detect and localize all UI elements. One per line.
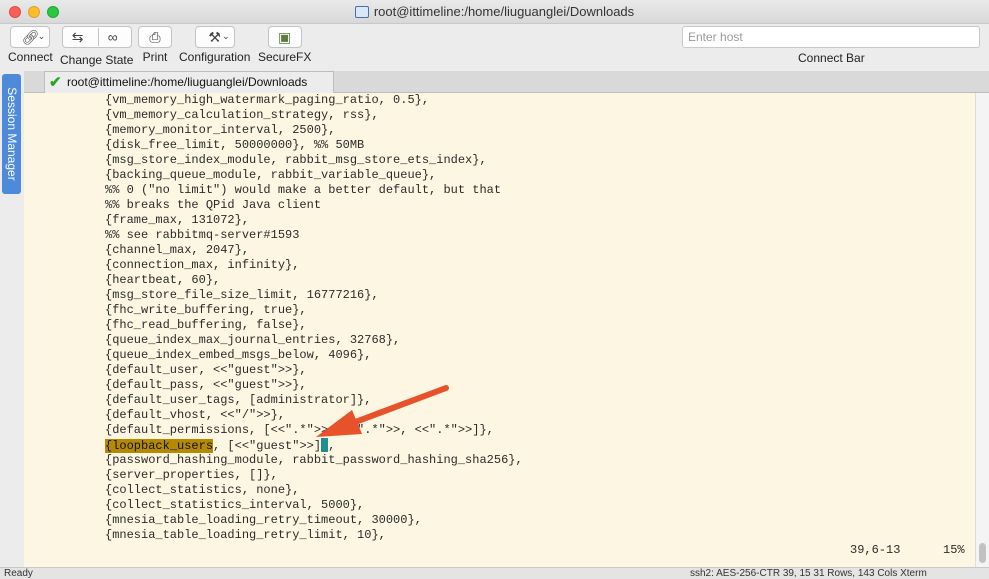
change-state-button[interactable]: ⇆ ∞ Change State	[60, 26, 133, 67]
highlight-suffix: ,	[328, 439, 336, 453]
terminal-line: {mnesia_table_loading_retry_limit, 10},	[105, 528, 386, 542]
highlight-rest: , [<<"guest">>]	[213, 439, 322, 453]
configuration-button-box[interactable]: ⚒ ⌄	[194, 26, 235, 48]
terminal-line: {default_pass, <<"guest">>},	[105, 378, 307, 392]
securefx-button-box[interactable]: ▣	[267, 26, 302, 48]
chain-link-icon: ∞	[107, 29, 118, 45]
checkmark-icon: ✔	[49, 74, 62, 91]
tools-icon: ⚒	[208, 29, 221, 45]
chevron-down-icon: ⌄	[222, 31, 230, 41]
button-divider	[97, 28, 99, 46]
toolbar: 🔗︎ ⌄ Connect ⇆ ∞ Change State ⎙ Print ⚒ ⌄ …	[0, 24, 989, 70]
window-title-wrap: root@ittimeline:/home/liuguanglei/Downlo…	[0, 4, 989, 19]
terminal-line: {default_permissions, [<<".*">>, <<".*">…	[105, 423, 494, 437]
status-bar: Ready ssh2: AES-256-CTR 39, 15 31 Rows, …	[0, 567, 989, 579]
print-button-box[interactable]: ⎙	[138, 26, 172, 48]
terminal-line: {default_vhost, <<"/">>},	[105, 408, 286, 422]
terminal-line: {default_user, <<"guest">>},	[105, 363, 307, 377]
terminal-line: {heartbeat, 60},	[105, 273, 221, 287]
scroll-percent: 15%	[943, 543, 965, 557]
connect-bar-label: Connect Bar	[798, 51, 865, 65]
cursor-position: 39,6-13	[850, 543, 901, 557]
terminal-line: {fhc_write_buffering, true},	[105, 303, 307, 317]
terminal-line: {collect_statistics_interval, 5000},	[105, 498, 365, 512]
securefx-label: SecureFX	[258, 50, 312, 64]
terminal-line: %% 0 ("no limit") would make a better de…	[105, 183, 502, 197]
terminal-line: {frame_max, 131072},	[105, 213, 250, 227]
print-label: Print	[142, 50, 168, 64]
terminal-line: {msg_store_file_size_limit, 16777216},	[105, 288, 379, 302]
terminal-output[interactable]: {vm_memory_high_watermark_paging_ratio, …	[24, 93, 975, 567]
chevron-down-icon: ⌄	[37, 31, 46, 41]
terminal-line: {backing_queue_module, rabbit_variable_q…	[105, 168, 437, 182]
terminal-line: {collect_statistics, none},	[105, 483, 300, 497]
connect-label: Connect	[8, 50, 53, 64]
session-manager-tab[interactable]: Session Manager	[2, 74, 21, 194]
status-ready: Ready	[4, 568, 33, 579]
securefx-button[interactable]: ▣ SecureFX	[258, 26, 311, 64]
terminal-scrollbar[interactable]	[975, 93, 989, 567]
terminal-line: {vm_memory_calculation_strategy, rss},	[105, 108, 379, 122]
change-state-label: Change State	[60, 53, 134, 67]
terminal-line: {memory_monitor_interval, 2500},	[105, 123, 336, 137]
text-cursor	[321, 438, 329, 452]
search-highlight: loopback_users	[112, 439, 214, 453]
terminal-line: {mnesia_table_loading_retry_timeout, 300…	[105, 513, 422, 527]
session-tab[interactable]: ✔ root@ittimeline:/home/liuguanglei/Down…	[44, 71, 334, 93]
session-manager-label: Session Manager	[4, 87, 19, 181]
terminal-line: {connection_max, infinity},	[105, 258, 300, 272]
configuration-button[interactable]: ⚒ ⌄ Configuration	[179, 26, 250, 64]
terminal-icon	[354, 6, 369, 18]
change-state-button-box[interactable]: ⇆ ∞	[61, 26, 132, 48]
window-title: root@ittimeline:/home/liuguanglei/Downlo…	[373, 4, 635, 19]
tab-bar: ✔ root@ittimeline:/home/liuguanglei/Down…	[24, 71, 989, 93]
configuration-label: Configuration	[179, 50, 251, 64]
terminal-line: {server_properties, []},	[105, 468, 278, 482]
terminal-line: %% breaks the QPid Java client	[105, 198, 322, 212]
print-button[interactable]: ⎙ Print	[138, 26, 172, 64]
terminal-line: {disk_free_limit, 50000000}, %% 50MB	[105, 138, 365, 152]
terminal-line-highlighted: {loopback_users, [<<"guest">>],	[105, 438, 335, 454]
terminal-line: {channel_max, 2047},	[105, 243, 250, 257]
terminal-line: {queue_index_embed_msgs_below, 4096},	[105, 348, 372, 362]
connect-button-box[interactable]: 🔗︎ ⌄	[10, 26, 51, 48]
link-icon: 🔗︎	[21, 29, 40, 45]
terminal-line: {default_user_tags, [administrator]},	[105, 393, 372, 407]
title-bar: root@ittimeline:/home/liuguanglei/Downlo…	[0, 0, 989, 24]
connect-button[interactable]: 🔗︎ ⌄ Connect	[8, 26, 53, 64]
terminal-line: {msg_store_index_module, rabbit_msg_stor…	[105, 153, 487, 167]
session-tab-label: root@ittimeline:/home/liuguanglei/Downlo…	[67, 75, 308, 89]
host-input[interactable]	[682, 26, 980, 48]
terminal-line: {password_hashing_module, rabbit_passwor…	[105, 453, 523, 467]
printer-icon: ⎙	[149, 29, 161, 45]
terminal-line: {queue_index_max_journal_entries, 32768}…	[105, 333, 401, 347]
terminal-line: {fhc_read_buffering, false},	[105, 318, 307, 332]
status-session-info: ssh2: AES-256-CTR 39, 15 31 Rows, 143 Co…	[690, 568, 927, 579]
scrollbar-thumb[interactable]	[979, 543, 986, 563]
securefx-icon: ▣	[278, 29, 292, 45]
terminal-line: %% see rabbitmq-server#1593	[105, 228, 300, 242]
repeat-icon: ⇆	[71, 29, 84, 45]
terminal-line: {vm_memory_high_watermark_paging_ratio, …	[105, 93, 430, 107]
